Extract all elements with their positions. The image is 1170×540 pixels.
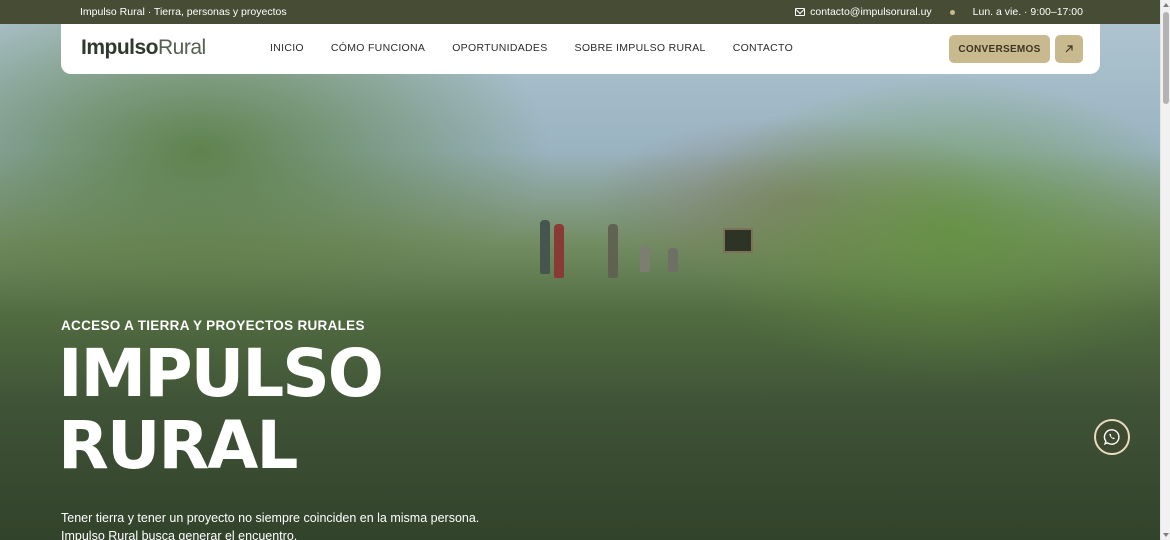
hero-title: IMPULSO RURAL	[58, 335, 384, 484]
hero-description-line2: Impulso Rural busca generar el encuentro…	[61, 529, 298, 540]
logo-part-rural: Rural	[158, 36, 206, 59]
nav-item-sobre-impulso-rural[interactable]: SOBRE IMPULSO RURAL	[575, 42, 706, 54]
main-nav: INICIO CÓMO FUNCIONA OPORTUNIDADES SOBRE…	[270, 42, 820, 54]
hero-title-line1: IMPULSO	[58, 335, 384, 412]
separator-dot	[949, 9, 955, 15]
nav-item-oportunidades[interactable]: OPORTUNIDADES	[452, 42, 547, 54]
conversemos-button[interactable]: CONVERSEMOS	[949, 35, 1050, 63]
hero-title-line2: RURAL	[58, 407, 298, 484]
top-bar-tagline: Impulso Rural · Tierra, personas y proye…	[80, 6, 287, 18]
scroll-down-arrow-icon[interactable]	[1163, 533, 1169, 537]
top-info-bar: Impulso Rural · Tierra, personas y proye…	[0, 0, 1160, 24]
hero-description: Tener tierra y tener un proyecto no siem…	[61, 509, 521, 540]
email-link[interactable]: contacto@impulsorural.uy	[795, 6, 932, 18]
office-hours: Lun. a vie. · 9:00–17:00	[972, 6, 1083, 18]
site-logo[interactable]: ImpulsoRural	[81, 36, 206, 60]
top-bar-contact: contacto@impulsorural.uy Lun. a vie. · 9…	[795, 6, 1083, 18]
email-text[interactable]: contacto@impulsorural.uy	[810, 6, 932, 18]
logo-part-impulso: Impulso	[81, 36, 159, 59]
arrow-up-right-icon	[1065, 45, 1073, 53]
page-scrollbar[interactable]	[1160, 0, 1170, 540]
scrollbar-thumb[interactable]	[1163, 12, 1169, 104]
mail-icon	[795, 8, 806, 16]
nav-item-como-funciona[interactable]: CÓMO FUNCIONA	[331, 42, 425, 54]
nav-item-contacto[interactable]: CONTACTO	[733, 42, 793, 54]
main-navbar: ImpulsoRural INICIO CÓMO FUNCIONA OPORTU…	[61, 24, 1100, 74]
hero-eyebrow: ACCESO A TIERRA Y PROYECTOS RURALES	[61, 318, 365, 333]
hero-description-line1: Tener tierra y tener un proyecto no siem…	[61, 511, 480, 525]
whatsapp-icon	[1103, 429, 1120, 445]
nav-item-inicio[interactable]: INICIO	[270, 42, 304, 54]
whatsapp-button[interactable]	[1094, 419, 1130, 455]
scroll-up-arrow-icon[interactable]	[1163, 3, 1169, 7]
cta-arrow-button[interactable]	[1055, 35, 1083, 63]
